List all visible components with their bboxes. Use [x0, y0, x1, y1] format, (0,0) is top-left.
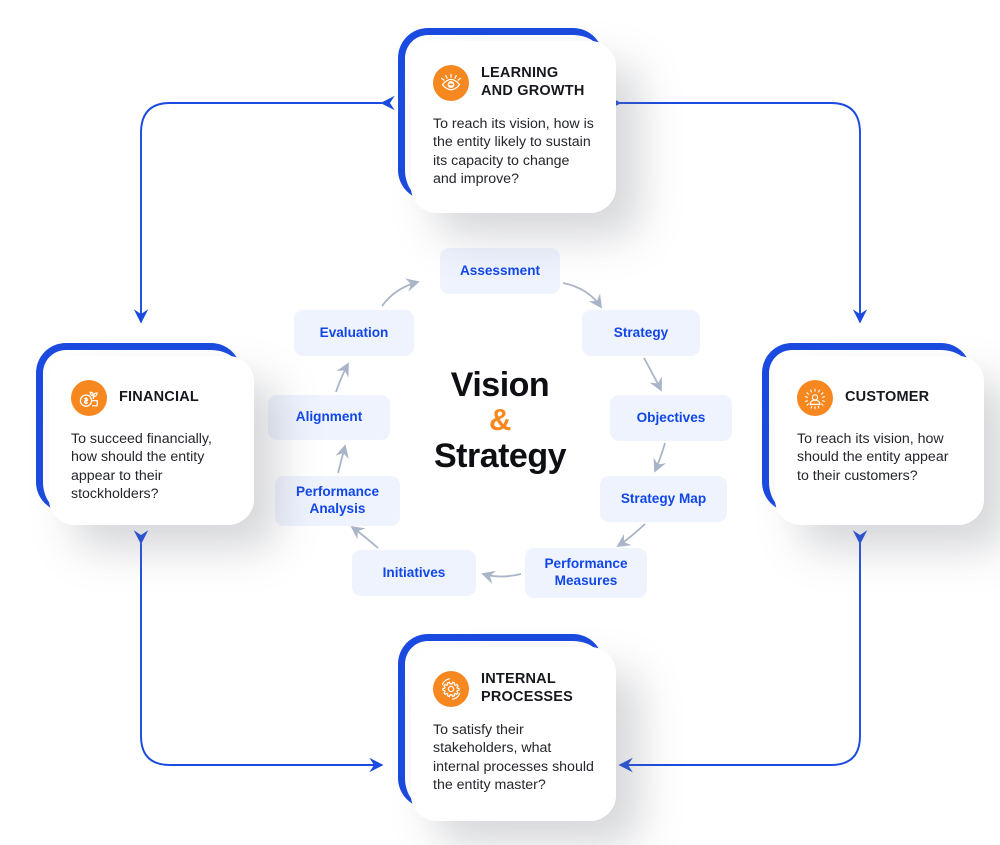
arrow-strategymap-measures [616, 523, 646, 547]
arrow-measures-initiatives [481, 570, 522, 584]
person-rays-icon [797, 380, 833, 416]
cycle-step-performance-analysis[interactable]: Performance Analysis [275, 476, 400, 526]
cycle-step-label: Assessment [459, 262, 541, 278]
arrow-objectives-strategymap [653, 442, 667, 473]
card-description: To succeed financially, how should the e… [71, 431, 212, 503]
eye-brain-icon [433, 65, 469, 101]
arrow-analysis-alignment [335, 444, 349, 474]
connector-learning-customer [607, 95, 868, 324]
card-title: FINANCIAL [119, 389, 199, 406]
cycle-step-label: Performance Measures [544, 556, 628, 588]
card-title: LEARNING AND GROWTH [481, 65, 585, 99]
cycle-step-strategy-map[interactable]: Strategy Map [600, 476, 727, 522]
perspective-card-customer[interactable]: CUSTOMER To reach its vision, how should… [762, 343, 984, 525]
card-body: LEARNING AND GROWTH To reach its vision,… [411, 41, 616, 213]
cycle-step-label: Strategy [613, 324, 669, 340]
cycle-step-label: Evaluation [319, 324, 389, 340]
arrow-assessment-strategy [562, 282, 603, 309]
gear-cycle-icon [433, 671, 469, 707]
center-title-line1: Vision [450, 366, 550, 404]
cycle-step-assessment[interactable]: Assessment [440, 248, 560, 294]
center-title-ampersand: & [489, 402, 511, 437]
arrow-alignment-evaluation [335, 362, 349, 393]
card-description: To reach its vision, how should the enti… [797, 431, 949, 484]
arrow-strategy-objectives [643, 357, 662, 392]
connector-financial-learning [133, 95, 395, 324]
coin-plant-icon [71, 380, 107, 416]
perspective-card-learning-and-growth[interactable]: LEARNING AND GROWTH To reach its vision,… [398, 28, 616, 213]
cycle-step-label: Strategy Map [620, 490, 707, 506]
cycle-step-label: Initiatives [382, 564, 446, 580]
card-body: FINANCIAL To succeed financially, how sh… [49, 356, 254, 525]
card-title: INTERNAL PROCESSES [481, 671, 574, 705]
connector-customer-internal [618, 530, 868, 773]
center-title: Vision & Strategy [380, 368, 620, 473]
cycle-step-objectives[interactable]: Objectives [610, 395, 732, 441]
perspective-card-financial[interactable]: FINANCIAL To succeed financially, how sh… [36, 343, 254, 525]
cycle-step-strategy[interactable]: Strategy [582, 310, 700, 356]
cycle-step-alignment[interactable]: Alignment [268, 395, 390, 440]
cycle-step-label: Alignment [295, 409, 363, 425]
card-body: CUSTOMER To reach its vision, how should… [775, 356, 984, 525]
perspective-card-internal-processes[interactable]: INTERNAL PROCESSES To satisfy their stak… [398, 634, 616, 821]
center-title-line2: Strategy [433, 436, 567, 475]
connector-internal-financial [133, 530, 384, 773]
card-title: CUSTOMER [845, 389, 930, 406]
arrow-initiatives-analysis [350, 525, 379, 549]
cycle-step-performance-measures[interactable]: Performance Measures [525, 548, 647, 598]
cycle-step-label: Performance Analysis [295, 484, 380, 516]
arrow-evaluation-assessment [381, 278, 420, 307]
card-body: INTERNAL PROCESSES To satisfy their stak… [411, 647, 616, 821]
card-description: To reach its vision, how is the entity l… [433, 116, 594, 188]
diagram-canvas: Vision & Strategy Assessment Strategy Ob… [0, 0, 1000, 845]
cycle-step-evaluation[interactable]: Evaluation [294, 310, 414, 356]
card-description: To satisfy their stakeholders, what inte… [433, 722, 594, 794]
cycle-step-label: Objectives [636, 409, 706, 425]
cycle-step-initiatives[interactable]: Initiatives [352, 550, 476, 596]
